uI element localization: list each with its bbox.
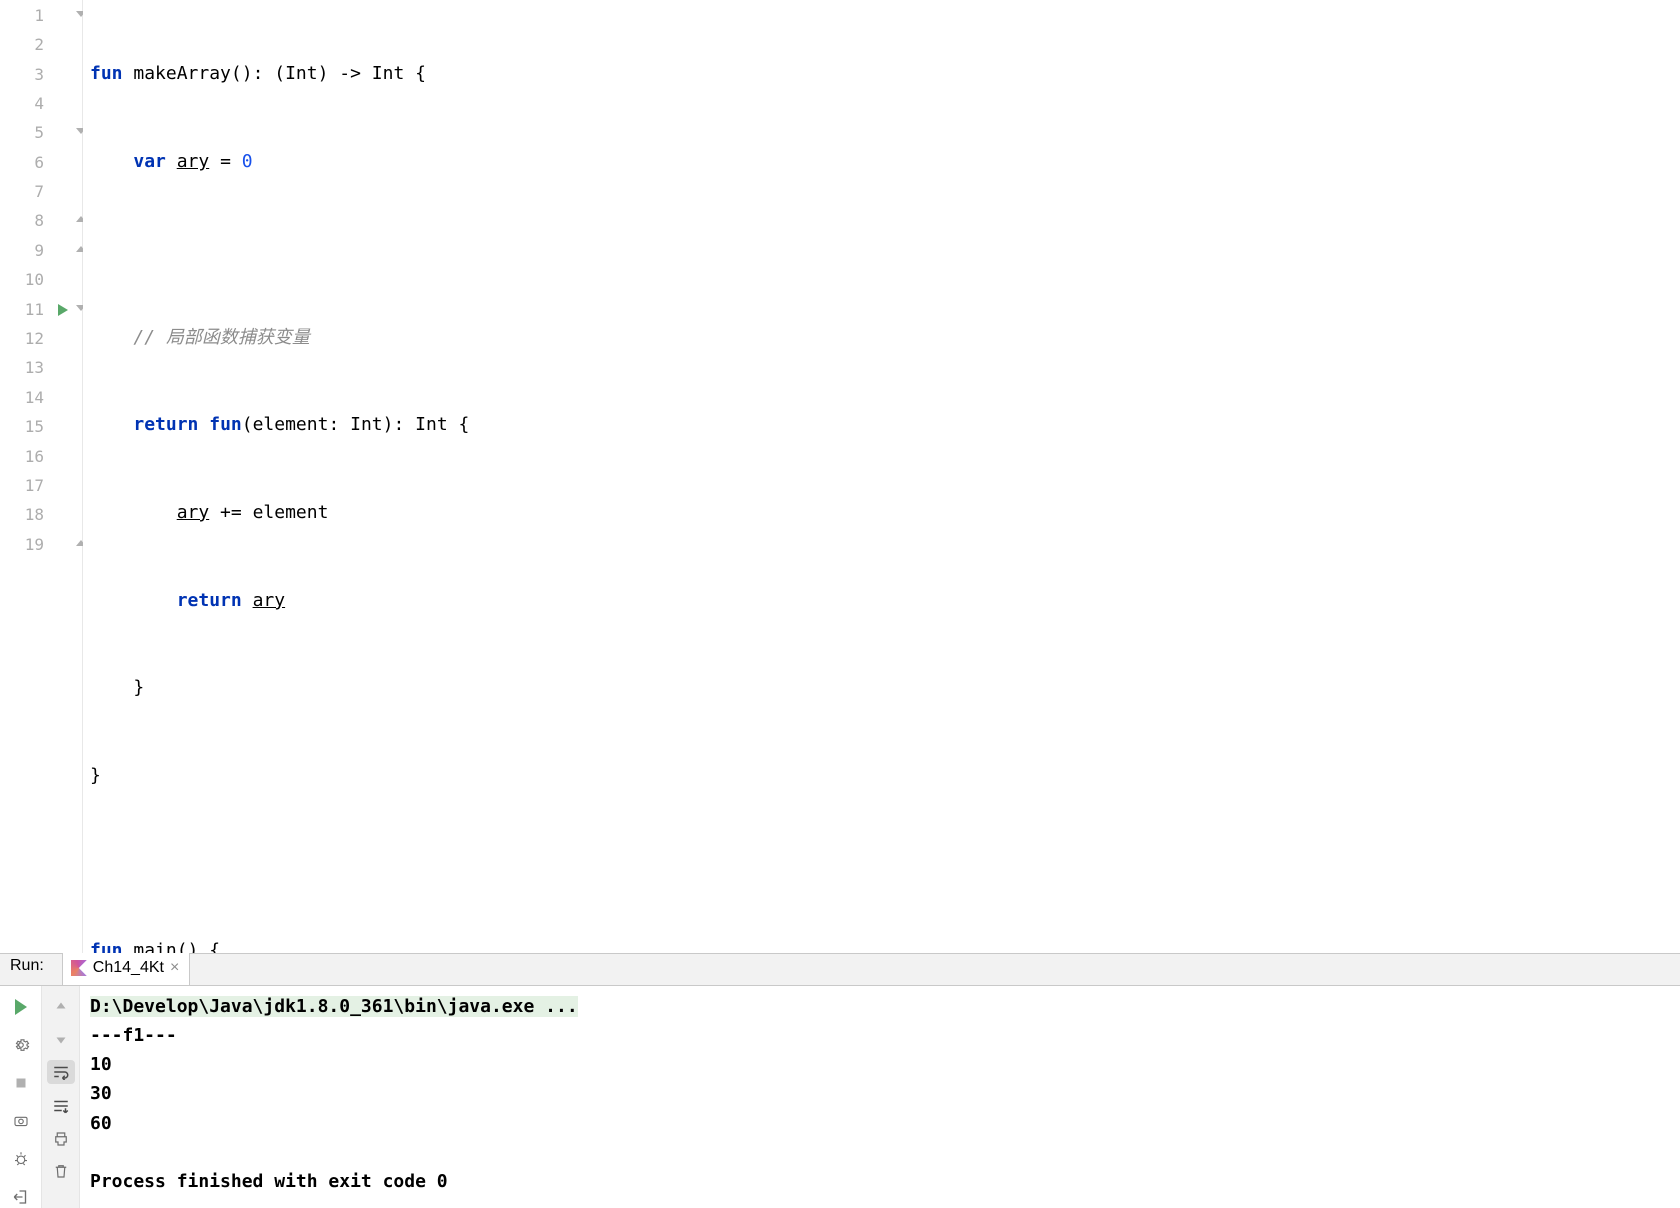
code-line: fun main() { <box>90 936 1680 953</box>
gutter-line[interactable]: 10 <box>0 266 82 295</box>
gutter-line[interactable]: 19 <box>0 530 82 559</box>
code-line <box>90 849 1680 878</box>
code-line: var ary = 0 <box>90 147 1680 176</box>
gutter[interactable]: 1 2 3 4 5 6 7 8 9 10 11 12 13 14 15 16 1… <box>0 0 83 953</box>
gutter-line[interactable]: 1 <box>0 1 82 30</box>
kotlin-icon <box>71 960 87 976</box>
ide-window: 1 2 3 4 5 6 7 8 9 10 11 12 13 14 15 16 1… <box>0 0 1680 1208</box>
trash-icon[interactable] <box>50 1160 72 1182</box>
gutter-line[interactable]: 13 <box>0 354 82 383</box>
run-tools-col2 <box>42 986 80 1208</box>
code-line: fun makeArray(): (Int) -> Int { <box>90 59 1680 88</box>
code-line: } <box>90 761 1680 790</box>
console-exit: Process finished with exit code 0 <box>90 1171 448 1192</box>
gutter-line[interactable]: 16 <box>0 442 82 471</box>
debug-icon[interactable] <box>10 1148 32 1170</box>
run-panel-label: Run: <box>6 953 54 985</box>
stop-button[interactable] <box>10 1072 32 1094</box>
code-line <box>90 235 1680 264</box>
console-line: 10 <box>90 1054 112 1075</box>
gutter-line[interactable]: 2 <box>0 30 82 59</box>
console-output[interactable]: D:\Develop\Java\jdk1.8.0_361\bin\java.ex… <box>80 986 1680 1208</box>
console-line: 60 <box>90 1113 112 1134</box>
dump-threads-icon[interactable] <box>10 1110 32 1132</box>
gutter-line[interactable]: 14 <box>0 383 82 412</box>
rerun-button[interactable] <box>10 996 32 1018</box>
exit-icon[interactable] <box>10 1186 32 1208</box>
gutter-line[interactable]: 8 <box>0 207 82 236</box>
scroll-down-icon[interactable] <box>50 1028 72 1050</box>
print-icon[interactable] <box>50 1128 72 1150</box>
gutter-line[interactable]: 6 <box>0 148 82 177</box>
code-line: ary += element <box>90 498 1680 527</box>
code-line: } <box>90 673 1680 702</box>
code-line: return ary <box>90 586 1680 615</box>
gutter-line[interactable]: 12 <box>0 324 82 353</box>
console-cmd: D:\Develop\Java\jdk1.8.0_361\bin\java.ex… <box>90 996 578 1017</box>
run-tools-col1 <box>0 986 42 1208</box>
console-line: 30 <box>90 1083 112 1104</box>
scroll-to-end-button[interactable] <box>47 1094 75 1118</box>
code-area[interactable]: fun makeArray(): (Int) -> Int { var ary … <box>83 0 1680 953</box>
run-panel-body: D:\Develop\Java\jdk1.8.0_361\bin\java.ex… <box>0 986 1680 1208</box>
gutter-line[interactable]: 15 <box>0 412 82 441</box>
code-editor: 1 2 3 4 5 6 7 8 9 10 11 12 13 14 15 16 1… <box>0 0 1680 953</box>
soft-wrap-button[interactable] <box>47 1060 75 1084</box>
console-line: ---f1--- <box>90 1025 177 1046</box>
scroll-up-icon[interactable] <box>50 996 72 1018</box>
gutter-line[interactable]: 5 <box>0 119 82 148</box>
gutter-line[interactable]: 4 <box>0 89 82 118</box>
run-panel-tabs: Run: Ch14_4Kt × <box>0 954 1680 986</box>
run-config-tab[interactable]: Ch14_4Kt × <box>62 948 191 985</box>
run-gutter-icon[interactable] <box>58 304 68 316</box>
gutter-line[interactable]: 3 <box>0 60 82 89</box>
gutter-line[interactable]: 11 <box>0 295 82 324</box>
code-line: return fun(element: Int): Int { <box>90 410 1680 439</box>
gutter-line[interactable]: 9 <box>0 236 82 265</box>
gutter-line[interactable]: 18 <box>0 501 82 530</box>
gutter-line[interactable]: 17 <box>0 471 82 500</box>
gutter-line[interactable]: 7 <box>0 177 82 206</box>
run-config-name: Ch14_4Kt <box>93 955 164 981</box>
code-line: // 局部函数捕获变量 <box>90 322 1680 351</box>
close-tab-icon[interactable]: × <box>170 955 179 981</box>
run-panel: Run: Ch14_4Kt × <box>0 953 1680 1208</box>
settings-icon[interactable] <box>10 1034 32 1056</box>
